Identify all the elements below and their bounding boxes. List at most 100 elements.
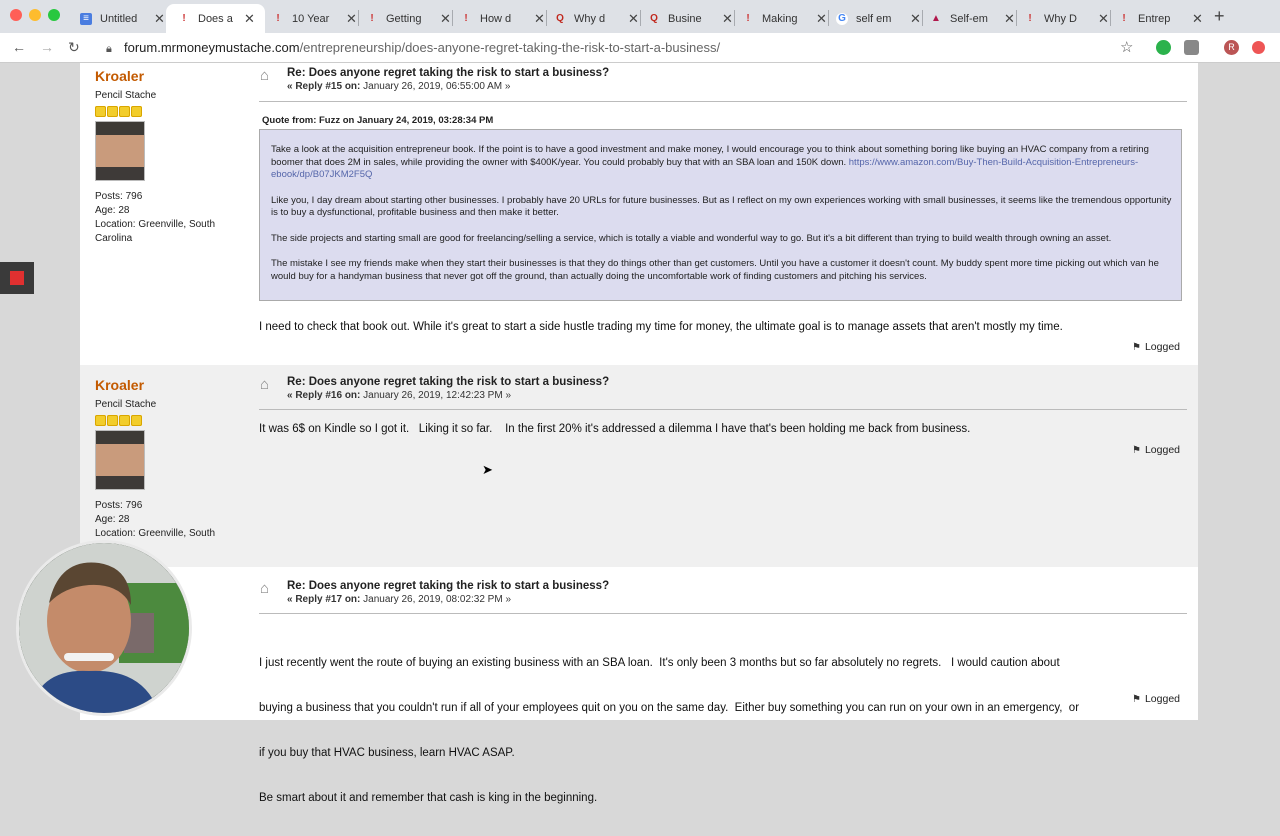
- post-subject[interactable]: Re: Does anyone regret taking the risk t…: [287, 580, 609, 592]
- tab-title: Why D: [1044, 12, 1077, 25]
- poster-location: Location: Greenville, South: [95, 528, 216, 539]
- new-tab-button[interactable]: +: [1214, 6, 1225, 27]
- tab-separator: [828, 10, 829, 26]
- poster-details: Posts: 796 Age: 28 Location: Greenville,…: [95, 499, 235, 541]
- close-tab-icon[interactable]: ✕: [1098, 11, 1109, 27]
- recording-extension-icon[interactable]: [1252, 41, 1265, 54]
- tab-10-year[interactable]: ! 10 Year ✕: [272, 4, 357, 33]
- profile-avatar[interactable]: R: [1224, 40, 1239, 55]
- reply-label: « Reply #17 on:: [287, 594, 361, 605]
- quora-icon: Q: [556, 12, 564, 24]
- tab-title: Self-em: [950, 12, 988, 25]
- post-divider: [259, 101, 1187, 102]
- post-body: It was 6$ on Kindle so I got it. Liking …: [259, 423, 971, 435]
- extension-icon[interactable]: [1184, 40, 1199, 55]
- poster-rank: Pencil Stache: [95, 399, 157, 410]
- post-meta: « Reply #15 on: January 26, 2019, 06:55:…: [287, 81, 510, 92]
- tab-untitled[interactable]: ≡ Untitled ✕: [80, 4, 165, 33]
- mmm-favicon-icon: !: [182, 12, 186, 24]
- logged-indicator: ⚑ Logged: [1132, 693, 1181, 705]
- poster-post-count: Posts: 796: [95, 191, 143, 202]
- close-tab-icon[interactable]: ✕: [628, 11, 639, 27]
- avatar[interactable]: [95, 430, 145, 490]
- quote-paragraph: The mistake I see my friends make when t…: [271, 258, 1159, 282]
- close-tab-icon[interactable]: ✕: [244, 11, 255, 27]
- quora-icon: Q: [650, 12, 658, 24]
- quote-paragraph: Take a look at the acquisition entrepren…: [271, 144, 1149, 180]
- close-tab-icon[interactable]: ✕: [346, 11, 357, 27]
- poster-name[interactable]: Kroaler: [95, 68, 235, 84]
- post-body-line: I just recently went the route of buying…: [259, 657, 1060, 669]
- logged-indicator: ⚑ Logged: [1132, 341, 1181, 353]
- poster-details: Posts: 796 Age: 28 Location: Greenville,…: [95, 190, 235, 246]
- tab-separator: [546, 10, 547, 26]
- minimize-window-button[interactable]: [29, 9, 41, 21]
- reply-label: « Reply #15 on:: [287, 81, 361, 92]
- post-body-line: if you buy that HVAC business, learn HVA…: [259, 747, 515, 759]
- post-subject[interactable]: Re: Does anyone regret taking the risk t…: [287, 67, 609, 79]
- tab-strip: ≡ Untitled ✕ ! Does a ✕ ! 10 Year ✕ ! Ge…: [0, 0, 1280, 33]
- close-tab-icon[interactable]: ✕: [1004, 11, 1015, 27]
- docs-icon: ≡: [80, 12, 92, 25]
- close-tab-icon[interactable]: ✕: [816, 11, 827, 27]
- back-icon[interactable]: ←: [12, 39, 26, 55]
- bookmark-star-icon[interactable]: ☆: [1120, 38, 1133, 56]
- post-meta: « Reply #16 on: January 26, 2019, 12:42:…: [287, 390, 511, 401]
- ip-logged-icon: ⚑: [1132, 694, 1141, 705]
- address-bar[interactable]: 🔒︎ forum.mrmoneymustache.com/entrepreneur…: [98, 36, 1146, 59]
- post-divider: [259, 409, 1187, 410]
- tab-self-employed[interactable]: ▲ Self-em ✕: [930, 4, 1015, 33]
- rank-stars: [95, 415, 235, 426]
- avatar[interactable]: [95, 121, 145, 181]
- tab-title: Entrep: [1138, 12, 1171, 25]
- reload-icon[interactable]: ↻: [68, 39, 80, 56]
- tab-separator: [734, 10, 735, 26]
- post-body-line: Be smart about it and remember that cash…: [259, 792, 598, 804]
- post-subject[interactable]: Re: Does anyone regret taking the risk t…: [287, 376, 609, 388]
- tab-why-d[interactable]: ! Why D ✕: [1024, 4, 1109, 33]
- post-body: I need to check that book out. While it'…: [259, 321, 1063, 333]
- poster-age: Age: 28: [95, 514, 130, 525]
- poster-info: Kroaler Pencil Stache Posts: 796 Age: 28…: [95, 68, 235, 246]
- close-tab-icon[interactable]: ✕: [910, 11, 921, 27]
- tab-title: Does a: [198, 12, 233, 25]
- post-date: January 26, 2019, 12:42:23 PM »: [363, 390, 512, 401]
- post-reply-17: ⌂ Re: Does anyone regret taking the risk…: [80, 569, 1198, 804]
- grammarly-extension-icon[interactable]: [1156, 40, 1171, 55]
- browser-toolbar: ← → ↻ 🔒︎ forum.mrmoneymustache.com/entrep…: [0, 33, 1280, 63]
- tab-getting[interactable]: ! Getting ✕: [366, 4, 451, 33]
- reply-label: « Reply #16 on:: [287, 390, 361, 401]
- tab-title: Making: [762, 12, 798, 25]
- forward-icon[interactable]: →: [40, 39, 54, 55]
- mmm-favicon-icon: !: [1028, 12, 1032, 24]
- forum-thread: Kroaler Pencil Stache Posts: 796 Age: 28…: [80, 63, 1198, 804]
- tab-business[interactable]: Q Busine ✕: [648, 4, 733, 33]
- webcam-person-image: [19, 543, 189, 713]
- poster-age: Age: 28: [95, 205, 130, 216]
- lock-icon: 🔒︎: [106, 43, 112, 55]
- tab-how-do[interactable]: ! How d ✕: [460, 4, 545, 33]
- recording-stop-button[interactable]: [0, 262, 34, 294]
- ip-logged-icon: ⚑: [1132, 342, 1141, 353]
- webcam-overlay: [16, 540, 192, 716]
- close-tab-icon[interactable]: ✕: [154, 11, 165, 27]
- maximize-window-button[interactable]: [48, 9, 60, 21]
- poster-name[interactable]: Kroaler: [95, 377, 235, 393]
- close-tab-icon[interactable]: ✕: [722, 11, 733, 27]
- tab-why-do[interactable]: Q Why d ✕: [554, 4, 639, 33]
- post-reply-16: Kroaler Pencil Stache Posts: 796 Age: 28…: [80, 365, 1198, 567]
- close-tab-icon[interactable]: ✕: [440, 11, 451, 27]
- tab-does-anyone[interactable]: ! Does a ✕: [166, 4, 265, 33]
- tab-separator: [922, 10, 923, 26]
- close-window-button[interactable]: [10, 9, 22, 21]
- quote-header[interactable]: Quote from: Fuzz on January 24, 2019, 03…: [262, 115, 493, 126]
- message-icon: ⌂: [260, 67, 270, 84]
- close-tab-icon[interactable]: ✕: [1192, 11, 1203, 27]
- tab-self-em-google[interactable]: G self em ✕: [836, 4, 921, 33]
- tab-separator: [1016, 10, 1017, 26]
- url-path: /entrepreneurship/does-anyone-regret-tak…: [299, 40, 721, 55]
- close-tab-icon[interactable]: ✕: [534, 11, 545, 27]
- tab-making[interactable]: ! Making ✕: [742, 4, 827, 33]
- logged-indicator: ⚑ Logged: [1132, 444, 1181, 456]
- tab-entrep[interactable]: ! Entrep ✕: [1118, 4, 1203, 33]
